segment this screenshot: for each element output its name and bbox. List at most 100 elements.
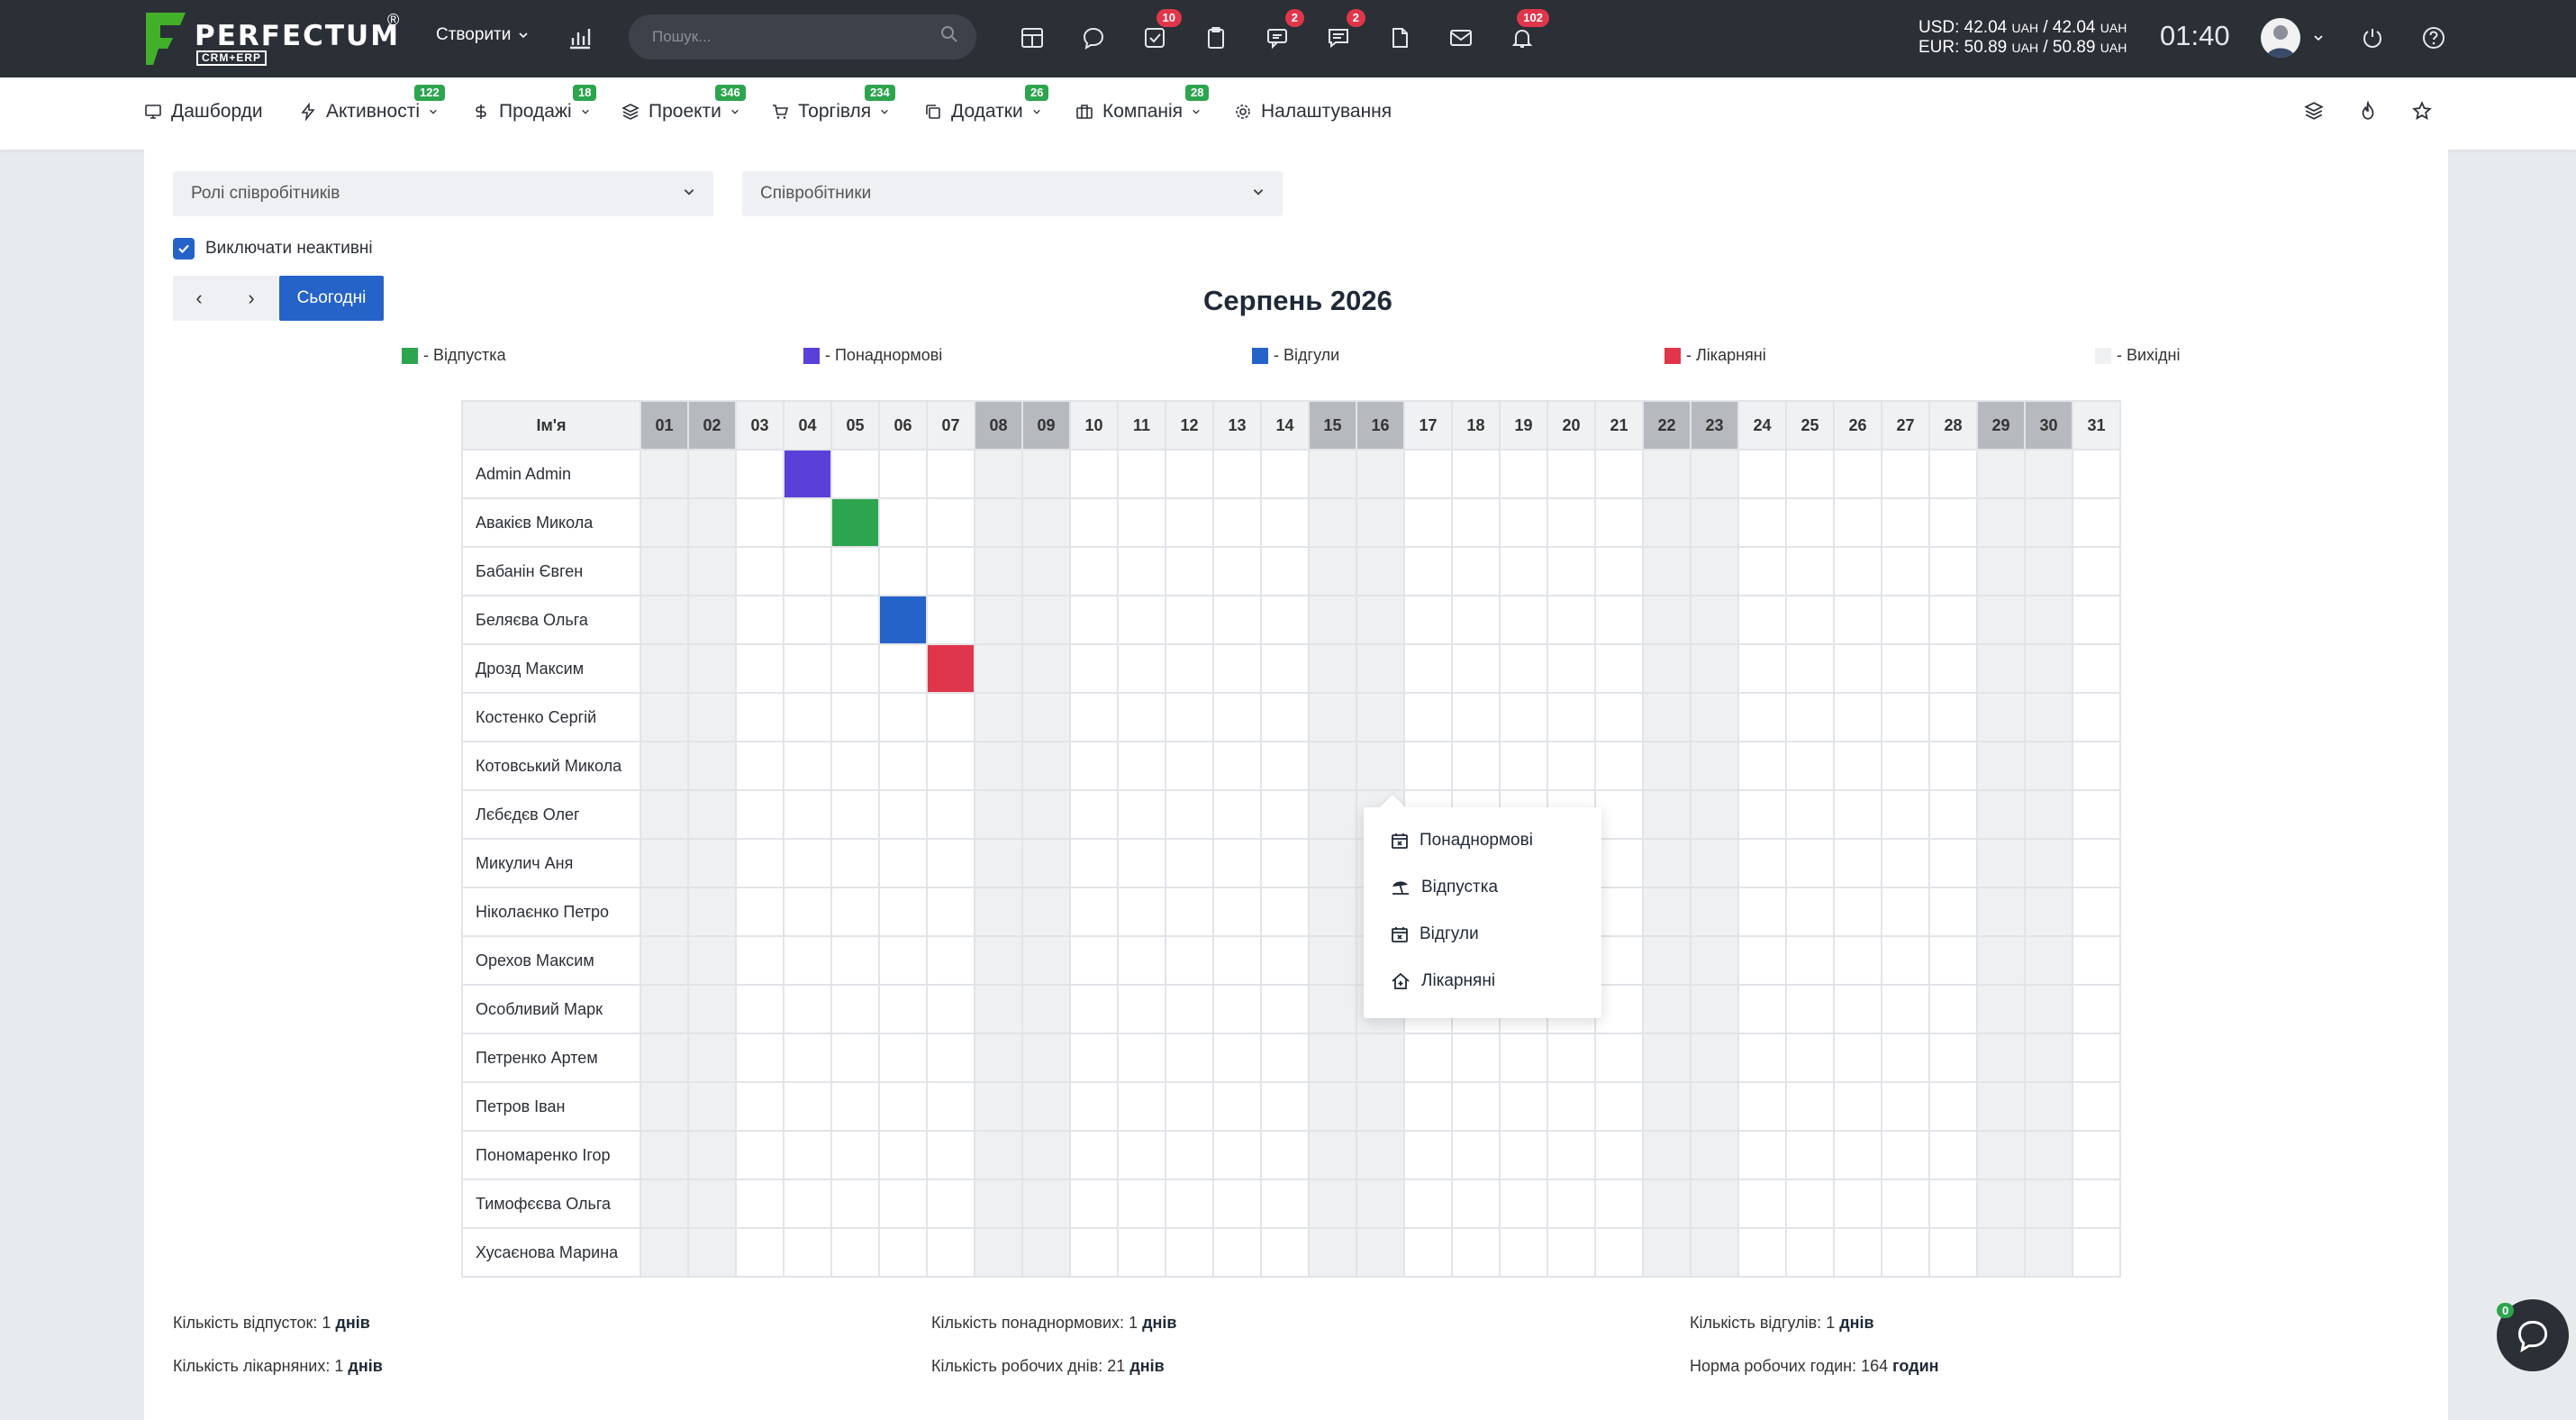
day-cell[interactable]: [2024, 449, 2073, 499]
day-cell[interactable]: [1785, 497, 1835, 548]
day-cell[interactable]: [1737, 595, 1787, 645]
day-cell[interactable]: [2072, 1081, 2121, 1132]
nav-trade[interactable]: Торгівля 234: [771, 85, 895, 123]
day-cell[interactable]: [783, 692, 832, 742]
day-cell[interactable]: [1069, 887, 1119, 937]
day-cell[interactable]: [1928, 984, 1978, 1034]
day-cell[interactable]: [926, 1179, 975, 1229]
day-cell[interactable]: [1308, 935, 1357, 986]
day-cell[interactable]: [1690, 935, 1739, 986]
day-cell[interactable]: [1308, 1033, 1357, 1083]
day-cell[interactable]: [639, 838, 689, 888]
day-cell[interactable]: [1212, 887, 1262, 937]
day-cell[interactable]: [1785, 1081, 1835, 1132]
day-cell[interactable]: [1737, 741, 1787, 791]
day-cell[interactable]: [1881, 449, 1930, 499]
day-cell[interactable]: [735, 789, 785, 840]
day-cell[interactable]: [1021, 1033, 1071, 1083]
day-cell[interactable]: [1308, 643, 1357, 694]
day-cell[interactable]: [1356, 1130, 1405, 1180]
day-cell[interactable]: [1785, 741, 1835, 791]
day-cell[interactable]: [1690, 595, 1739, 645]
popup-item-timeoff[interactable]: Відгули: [1391, 924, 1479, 944]
day-cell[interactable]: [830, 741, 880, 791]
logout-button[interactable]: [2354, 20, 2390, 56]
day-cell[interactable]: [1785, 1179, 1835, 1229]
day-cell[interactable]: [1117, 449, 1166, 499]
day-cell[interactable]: [830, 449, 880, 499]
day-cell[interactable]: [1642, 1179, 1692, 1229]
day-cell[interactable]: [1260, 789, 1310, 840]
roles-select[interactable]: Ролі співробітників: [173, 171, 713, 216]
day-cell[interactable]: [1308, 595, 1357, 645]
day-cell[interactable]: [1069, 789, 1119, 840]
day-cell[interactable]: [1117, 1227, 1166, 1278]
day-cell[interactable]: [735, 595, 785, 645]
day-cell[interactable]: [1308, 1179, 1357, 1229]
search-icon[interactable]: [940, 25, 958, 43]
day-cell[interactable]: [2072, 595, 2121, 645]
day-cell[interactable]: [974, 1130, 1023, 1180]
day-cell[interactable]: [974, 692, 1023, 742]
day-cell[interactable]: [1117, 692, 1166, 742]
day-cell[interactable]: [639, 692, 689, 742]
day-cell[interactable]: [1594, 838, 1644, 888]
day-cell[interactable]: [1547, 1227, 1596, 1278]
day-cell[interactable]: [1594, 449, 1644, 499]
day-cell[interactable]: [1165, 692, 1214, 742]
day-cell[interactable]: [1881, 1227, 1930, 1278]
day-cell[interactable]: [926, 838, 975, 888]
day-cell[interactable]: [1737, 1033, 1787, 1083]
day-cell[interactable]: [1737, 838, 1787, 888]
day-cell[interactable]: [687, 692, 737, 742]
day-cell[interactable]: [1976, 1130, 2026, 1180]
day-cell[interactable]: [1356, 546, 1405, 596]
day-cell[interactable]: [2024, 789, 2073, 840]
day-cell[interactable]: [1881, 887, 1930, 937]
day-cell[interactable]: [1212, 1227, 1262, 1278]
day-cell[interactable]: [687, 984, 737, 1034]
day-cell[interactable]: [1642, 643, 1692, 694]
day-cell[interactable]: [1690, 789, 1739, 840]
day-cell[interactable]: [1499, 692, 1548, 742]
day-cell[interactable]: [1928, 692, 1978, 742]
day-cell[interactable]: [1547, 1130, 1596, 1180]
day-cell[interactable]: [639, 1130, 689, 1180]
day-cell[interactable]: [1260, 935, 1310, 986]
day-cell[interactable]: [1260, 1179, 1310, 1229]
day-cell[interactable]: [1642, 838, 1692, 888]
day-cell[interactable]: [1690, 692, 1739, 742]
day-cell[interactable]: [2072, 1130, 2121, 1180]
day-cell[interactable]: [878, 984, 928, 1034]
day-cell[interactable]: [1117, 1033, 1166, 1083]
day-cell[interactable]: [1833, 1081, 1882, 1132]
day-cell[interactable]: [1594, 1227, 1644, 1278]
user-menu-chevron-icon[interactable]: [2313, 32, 2324, 43]
day-cell[interactable]: [1642, 741, 1692, 791]
day-cell[interactable]: [1403, 449, 1453, 499]
day-cell[interactable]: [1451, 1033, 1501, 1083]
day-cell[interactable]: [1260, 984, 1310, 1034]
day-cell[interactable]: [1021, 1179, 1071, 1229]
day-cell[interactable]: [1785, 546, 1835, 596]
day-cell[interactable]: [1785, 838, 1835, 888]
day-cell[interactable]: [687, 935, 737, 986]
day-cell[interactable]: [1785, 1130, 1835, 1180]
day-cell[interactable]: [1976, 449, 2026, 499]
day-cell[interactable]: [1260, 1033, 1310, 1083]
day-cell[interactable]: [2024, 887, 2073, 937]
day-cell[interactable]: [687, 789, 737, 840]
day-cell[interactable]: [1737, 449, 1787, 499]
day-cell[interactable]: [2024, 741, 2073, 791]
day-cell[interactable]: [1212, 595, 1262, 645]
day-cell[interactable]: [1976, 887, 2026, 937]
day-cell[interactable]: [639, 449, 689, 499]
day-cell[interactable]: [1737, 692, 1787, 742]
day-cell[interactable]: [1737, 546, 1787, 596]
day-cell[interactable]: [1928, 935, 1978, 986]
day-cell[interactable]: [735, 497, 785, 548]
day-cell[interactable]: [1308, 449, 1357, 499]
day-cell[interactable]: [1737, 1081, 1787, 1132]
day-cell[interactable]: [1260, 449, 1310, 499]
day-cell[interactable]: [974, 595, 1023, 645]
